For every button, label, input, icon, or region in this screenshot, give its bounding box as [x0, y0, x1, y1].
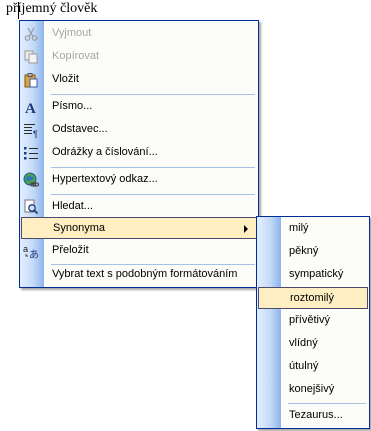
- menu-item-cut[interactable]: Vyjmout: [21, 23, 257, 45]
- menu-item-label: Vyjmout: [52, 27, 92, 39]
- synonyms-submenu: milý pěkný sympatický roztomilý přívětiv…: [256, 216, 370, 429]
- menu-item-label: Hledat...: [52, 200, 93, 212]
- font-icon: A: [23, 99, 39, 115]
- menu-item-paragraph[interactable]: ¶ Odstavec...: [21, 119, 257, 141]
- menu-item-label: Odrážky a číslování...: [52, 146, 158, 158]
- menu-item-select-similar[interactable]: Vybrat text s podobným formátováním: [21, 264, 257, 286]
- text-cursor: [18, 2, 19, 19]
- synonym-label: vlídný: [289, 337, 318, 349]
- context-menu: Vyjmout Kopírovat Vložit A Písmo... ¶ Od…: [19, 20, 259, 288]
- synonym-item[interactable]: vlídný: [258, 333, 368, 355]
- synonym-label: sympatický: [289, 268, 344, 280]
- synonym-label: konejšivý: [289, 383, 335, 395]
- menu-item-label: Odstavec...: [52, 123, 108, 135]
- search-icon: [23, 199, 39, 215]
- menu-item-label: Kopírovat: [52, 50, 100, 62]
- synonym-item[interactable]: útulný: [258, 356, 368, 378]
- menu-item-label: Vybrat text s podobným formátováním: [52, 268, 238, 280]
- menu-separator: [51, 167, 255, 168]
- scissors-icon: [23, 26, 39, 42]
- synonym-item[interactable]: sympatický: [258, 264, 368, 286]
- menu-item-label: Synonyma: [53, 222, 105, 234]
- submenu-arrow-icon: [244, 225, 248, 233]
- translate-icon: aあ: [23, 243, 39, 259]
- synonym-item[interactable]: pěkný: [258, 241, 368, 263]
- svg-text:A: A: [25, 101, 36, 115]
- synonym-label: přívětivý: [289, 314, 330, 326]
- menu-item-label: Vložit: [52, 73, 79, 85]
- menu-item-copy[interactable]: Kopírovat: [21, 46, 257, 68]
- menu-item-label: Hypertextový odkaz...: [52, 173, 158, 185]
- thesaurus-item[interactable]: Tezaurus...: [258, 405, 368, 427]
- synonym-label: roztomilý: [290, 292, 335, 304]
- synonym-item[interactable]: roztomilý: [258, 287, 368, 309]
- menu-item-font[interactable]: A Písmo...: [21, 96, 257, 118]
- synonym-item[interactable]: konejšivý: [258, 379, 368, 401]
- synonym-label: Tezaurus...: [289, 409, 343, 421]
- menu-item-hyperlink[interactable]: Hypertextový odkaz...: [21, 169, 257, 191]
- paragraph-icon: ¶: [23, 122, 39, 138]
- menu-item-bullets[interactable]: Odrážky a číslování...: [21, 142, 257, 164]
- synonym-item[interactable]: milý: [258, 218, 368, 240]
- synonym-label: pěkný: [289, 245, 319, 257]
- menu-separator: [288, 403, 366, 404]
- menu-separator: [51, 194, 255, 195]
- menu-item-synonyms[interactable]: Synonyma: [21, 217, 257, 239]
- paste-icon: [23, 72, 39, 88]
- synonym-item[interactable]: přívětivý: [258, 310, 368, 332]
- menu-item-search[interactable]: Hledat...: [21, 196, 257, 218]
- menu-item-paste[interactable]: Vložit: [21, 69, 257, 91]
- synonym-label: útulný: [289, 360, 319, 372]
- svg-text:a: a: [23, 244, 28, 254]
- document-text[interactable]: příjemný člověk: [6, 1, 97, 17]
- copy-icon: [23, 49, 39, 65]
- svg-text:¶: ¶: [33, 129, 38, 138]
- synonym-label: milý: [289, 222, 309, 234]
- bullets-icon: [23, 145, 39, 161]
- menu-item-translate[interactable]: aあ Přeložit: [21, 240, 257, 262]
- hyperlink-icon: [23, 172, 39, 188]
- menu-item-label: Přeložit: [52, 244, 89, 256]
- svg-text:あ: あ: [29, 249, 39, 259]
- menu-separator: [51, 94, 255, 95]
- menu-item-label: Písmo...: [52, 100, 93, 112]
